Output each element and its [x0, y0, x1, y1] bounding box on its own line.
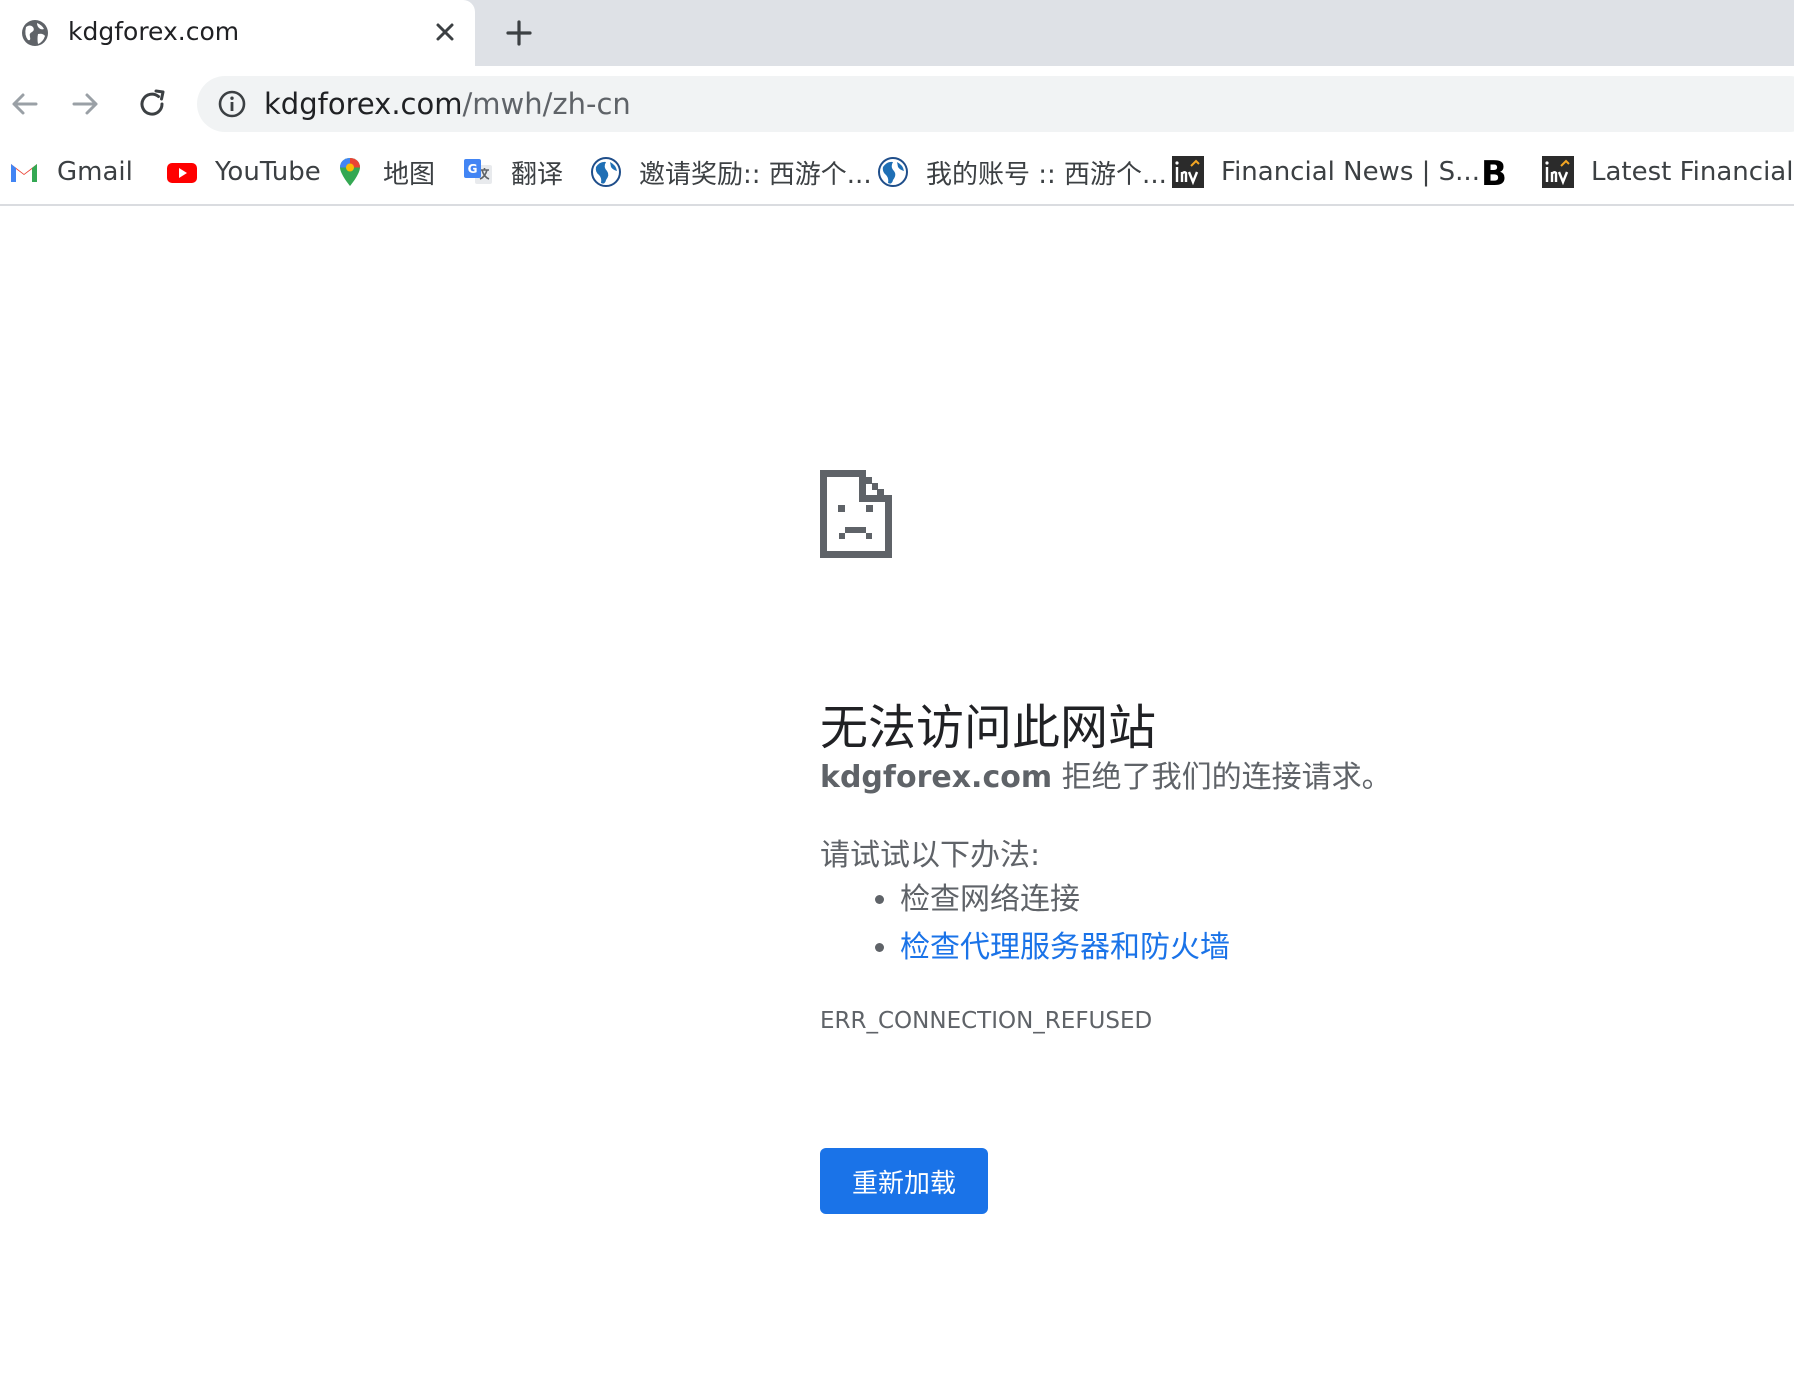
svg-text:B: B: [1481, 156, 1507, 188]
bookmark-financial-news[interactable]: Financial News | S...: [1172, 152, 1480, 192]
bookmark-translate[interactable]: G 翻译: [462, 152, 563, 192]
investing-icon: [1542, 156, 1574, 188]
error-host: kdgforex.com: [820, 760, 1053, 795]
bookmark-label: 邀请奖励:: 西游个...: [639, 159, 872, 190]
bookmark-label: Financial News | S...: [1221, 157, 1480, 187]
bookmark-maps[interactable]: 地图: [334, 152, 435, 192]
tab-active[interactable]: kdgforex.com: [0, 0, 475, 66]
bookmark-my-account[interactable]: 我的账号 :: 西游个...: [877, 152, 1167, 192]
error-heading: 无法访问此网站: [820, 700, 1157, 757]
bookmark-b[interactable]: B: [1478, 152, 1527, 192]
globe-icon: [22, 20, 48, 46]
suggestions-list: 检查网络连接 检查代理服务器和防火墙: [870, 876, 1230, 972]
suggestion-item: 检查网络连接: [900, 876, 1230, 924]
site-globe-icon: [591, 157, 621, 187]
sad-page-icon: [820, 470, 892, 558]
bookmarks-bar: Gmail YouTube 地图 G 翻译 邀请奖励:: 西游个... 我的账号…: [0, 142, 1794, 206]
reload-button[interactable]: 重新加载: [820, 1148, 988, 1214]
bookmark-latest-financial[interactable]: Latest Financial N: [1542, 152, 1794, 192]
tab-strip: kdgforex.com: [0, 0, 1794, 66]
back-arrow-icon[interactable]: [4, 84, 44, 124]
url-host: kdgforex.com: [264, 87, 463, 121]
bold-b-icon: B: [1481, 156, 1507, 188]
info-icon[interactable]: [217, 89, 247, 119]
bookmark-label: 我的账号 :: 西游个...: [926, 159, 1167, 190]
try-label: 请试试以下办法:: [820, 838, 1041, 873]
error-description: kdgforex.com 拒绝了我们的连接请求。: [820, 752, 1392, 796]
youtube-icon: [167, 163, 197, 183]
suggestion-item: 检查代理服务器和防火墙: [900, 924, 1230, 972]
svg-text:G: G: [468, 162, 478, 176]
url-text[interactable]: kdgforex.com/mwh/zh-cn: [264, 86, 631, 122]
suggestion-check-network: 检查网络连接: [900, 882, 1080, 917]
forward-arrow-icon[interactable]: [66, 84, 106, 124]
investing-icon: [1172, 156, 1204, 188]
site-globe-icon: [878, 157, 908, 187]
gmail-icon: [11, 164, 37, 182]
bookmark-label: 地图: [383, 159, 436, 190]
bookmark-youtube[interactable]: YouTube: [166, 152, 321, 192]
new-tab-plus-icon[interactable]: [503, 17, 535, 49]
maps-icon: [340, 158, 360, 186]
error-code: ERR_CONNECTION_REFUSED: [820, 1008, 1153, 1034]
suggestion-check-proxy-link[interactable]: 检查代理服务器和防火墙: [900, 930, 1230, 965]
bookmark-label: 翻译: [511, 159, 564, 190]
toolbar: kdgforex.com/mwh/zh-cn: [0, 66, 1794, 142]
address-bar[interactable]: kdgforex.com/mwh/zh-cn: [197, 76, 1794, 132]
bookmark-label: Gmail: [57, 157, 133, 187]
close-icon[interactable]: [430, 17, 460, 47]
reload-icon[interactable]: [132, 84, 172, 124]
bookmark-invite-reward[interactable]: 邀请奖励:: 西游个...: [590, 152, 872, 192]
bookmark-gmail[interactable]: Gmail: [8, 152, 133, 192]
tab-title: kdgforex.com: [68, 17, 240, 46]
translate-icon: G: [464, 159, 492, 184]
bookmark-label: Latest Financial N: [1591, 157, 1794, 187]
url-path: /mwh/zh-cn: [462, 87, 631, 121]
error-description-text: 拒绝了我们的连接请求。: [1052, 760, 1392, 795]
bookmark-label: YouTube: [215, 157, 321, 187]
